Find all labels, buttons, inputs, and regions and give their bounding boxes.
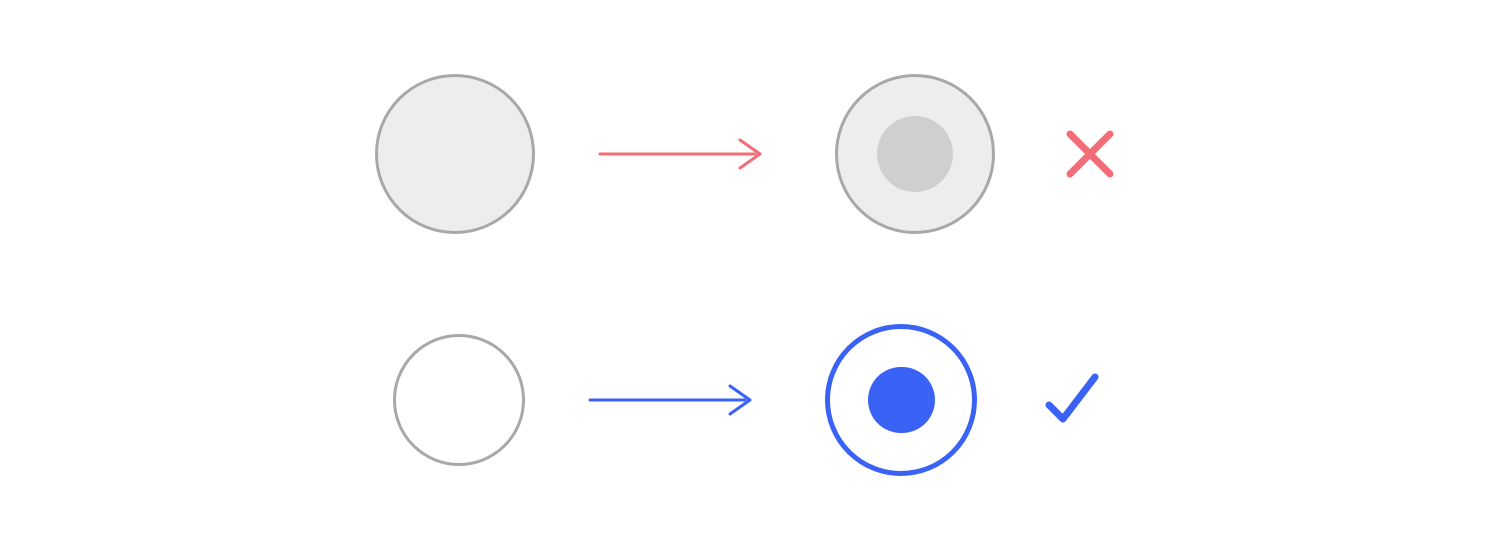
row-incorrect — [375, 74, 1125, 234]
check-icon — [1037, 365, 1107, 435]
arrow-incorrect — [595, 134, 775, 174]
radio-selected-correct-dot — [868, 367, 935, 434]
mark-correct — [1037, 365, 1107, 435]
mark-incorrect — [1055, 124, 1125, 184]
arrow-right-icon — [585, 380, 765, 420]
cross-icon — [1060, 124, 1120, 184]
radio-unselected-correct — [393, 334, 526, 467]
radio-unselected-incorrect — [375, 74, 535, 234]
arrow-right-icon — [595, 134, 775, 174]
row-correct — [393, 324, 1108, 476]
arrow-correct — [585, 380, 765, 420]
radio-selected-correct — [825, 324, 977, 476]
radio-selected-incorrect-dot — [877, 116, 954, 193]
radio-selected-incorrect — [835, 74, 995, 234]
